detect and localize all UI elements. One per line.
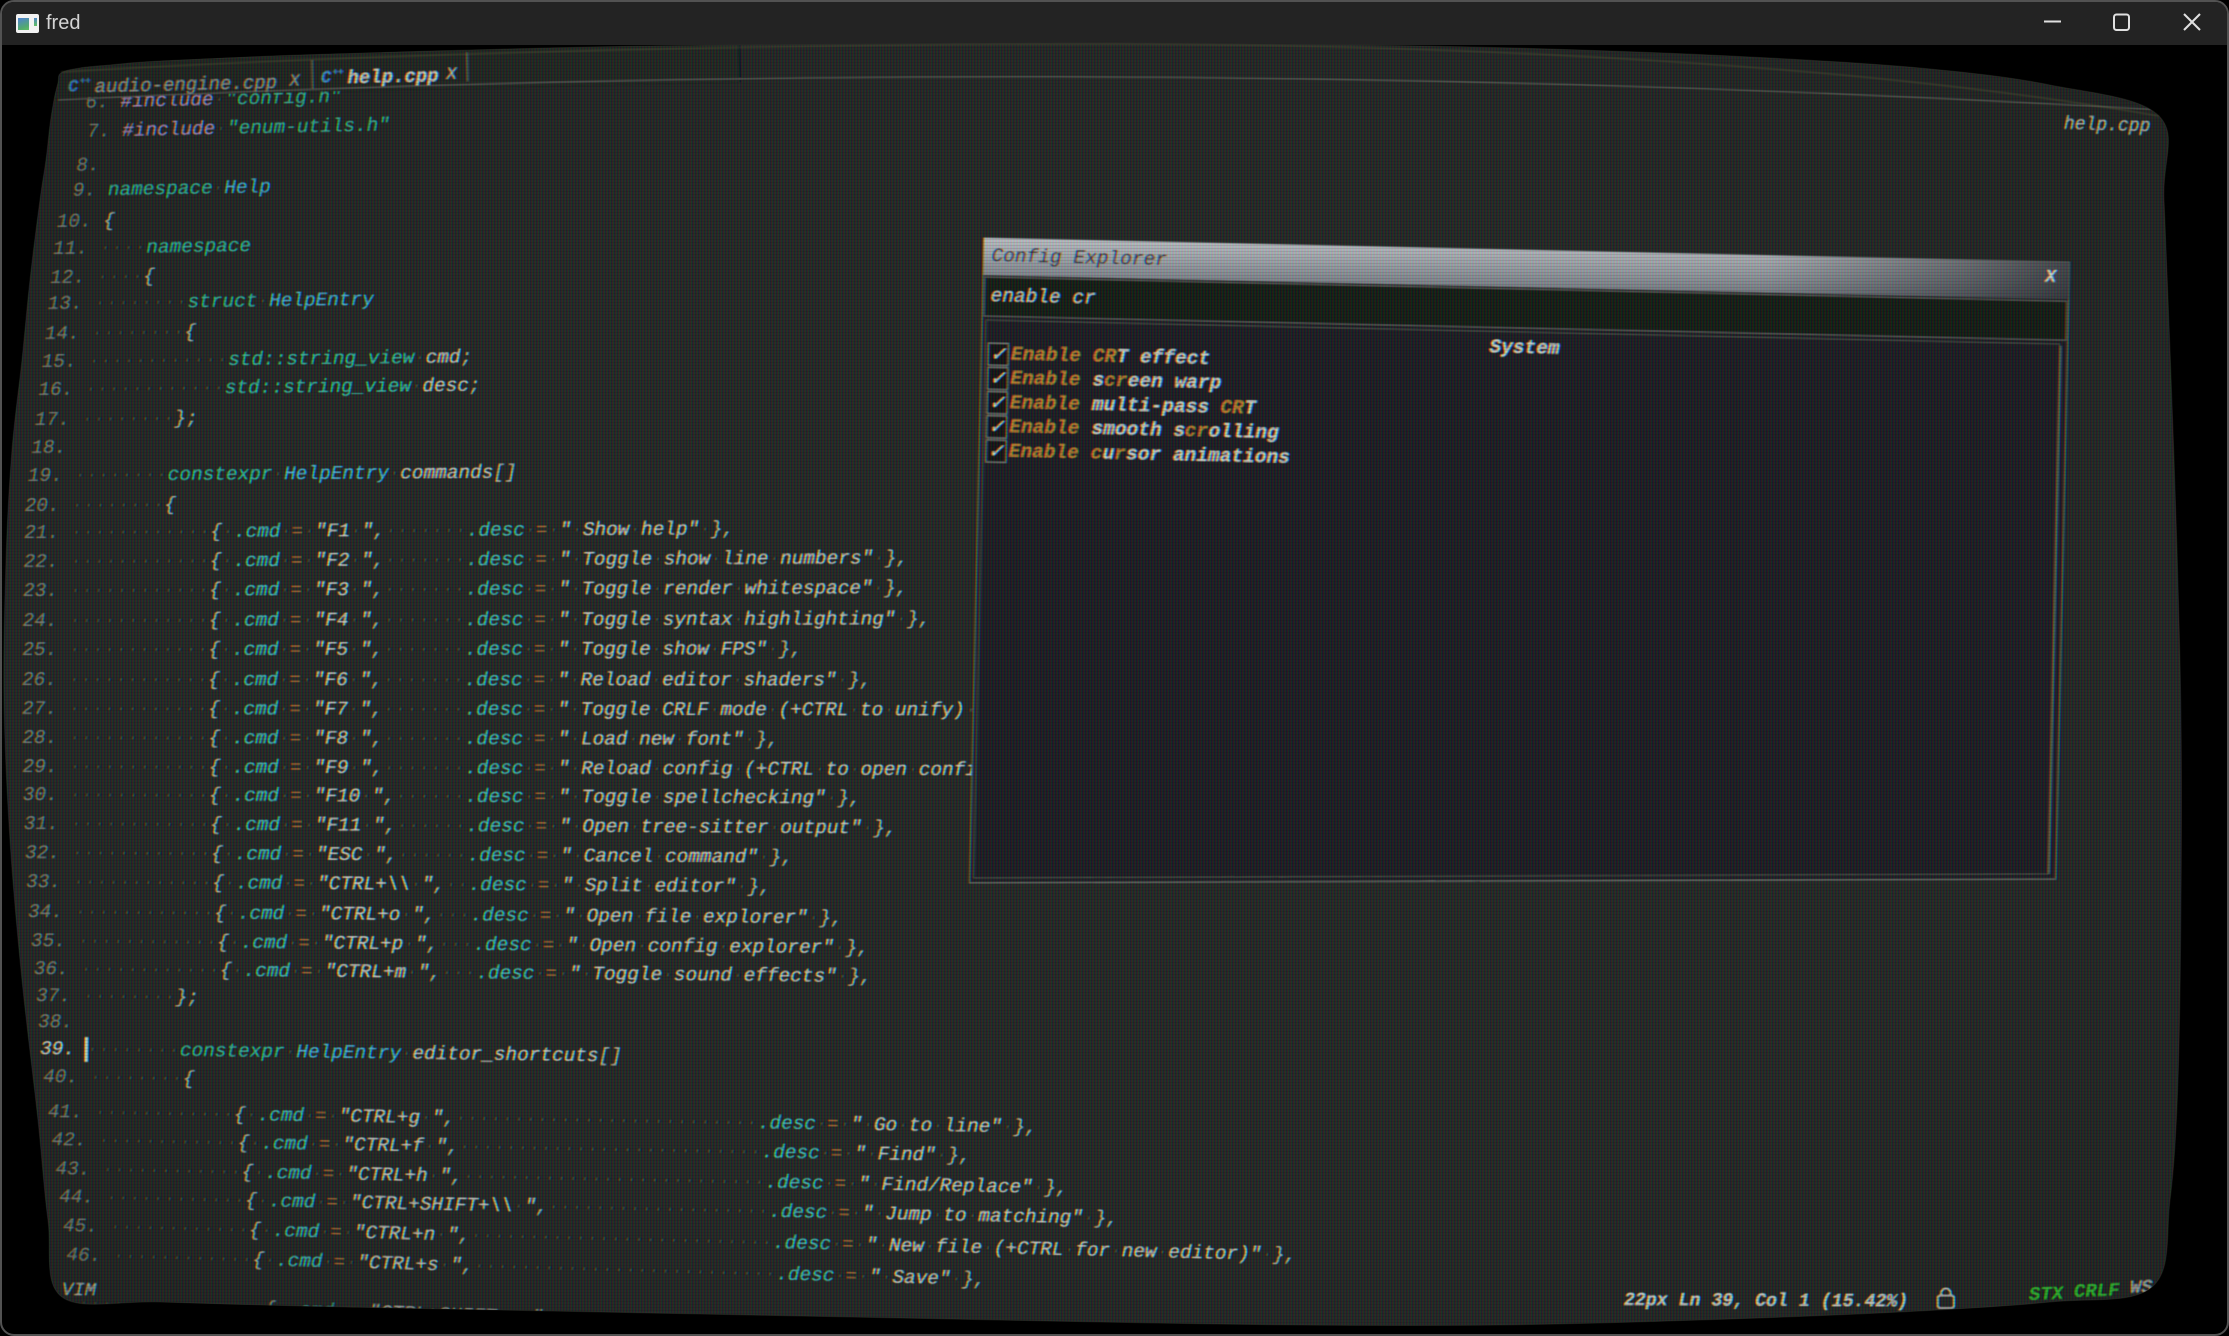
svg-text:fred: fred	[46, 12, 80, 34]
